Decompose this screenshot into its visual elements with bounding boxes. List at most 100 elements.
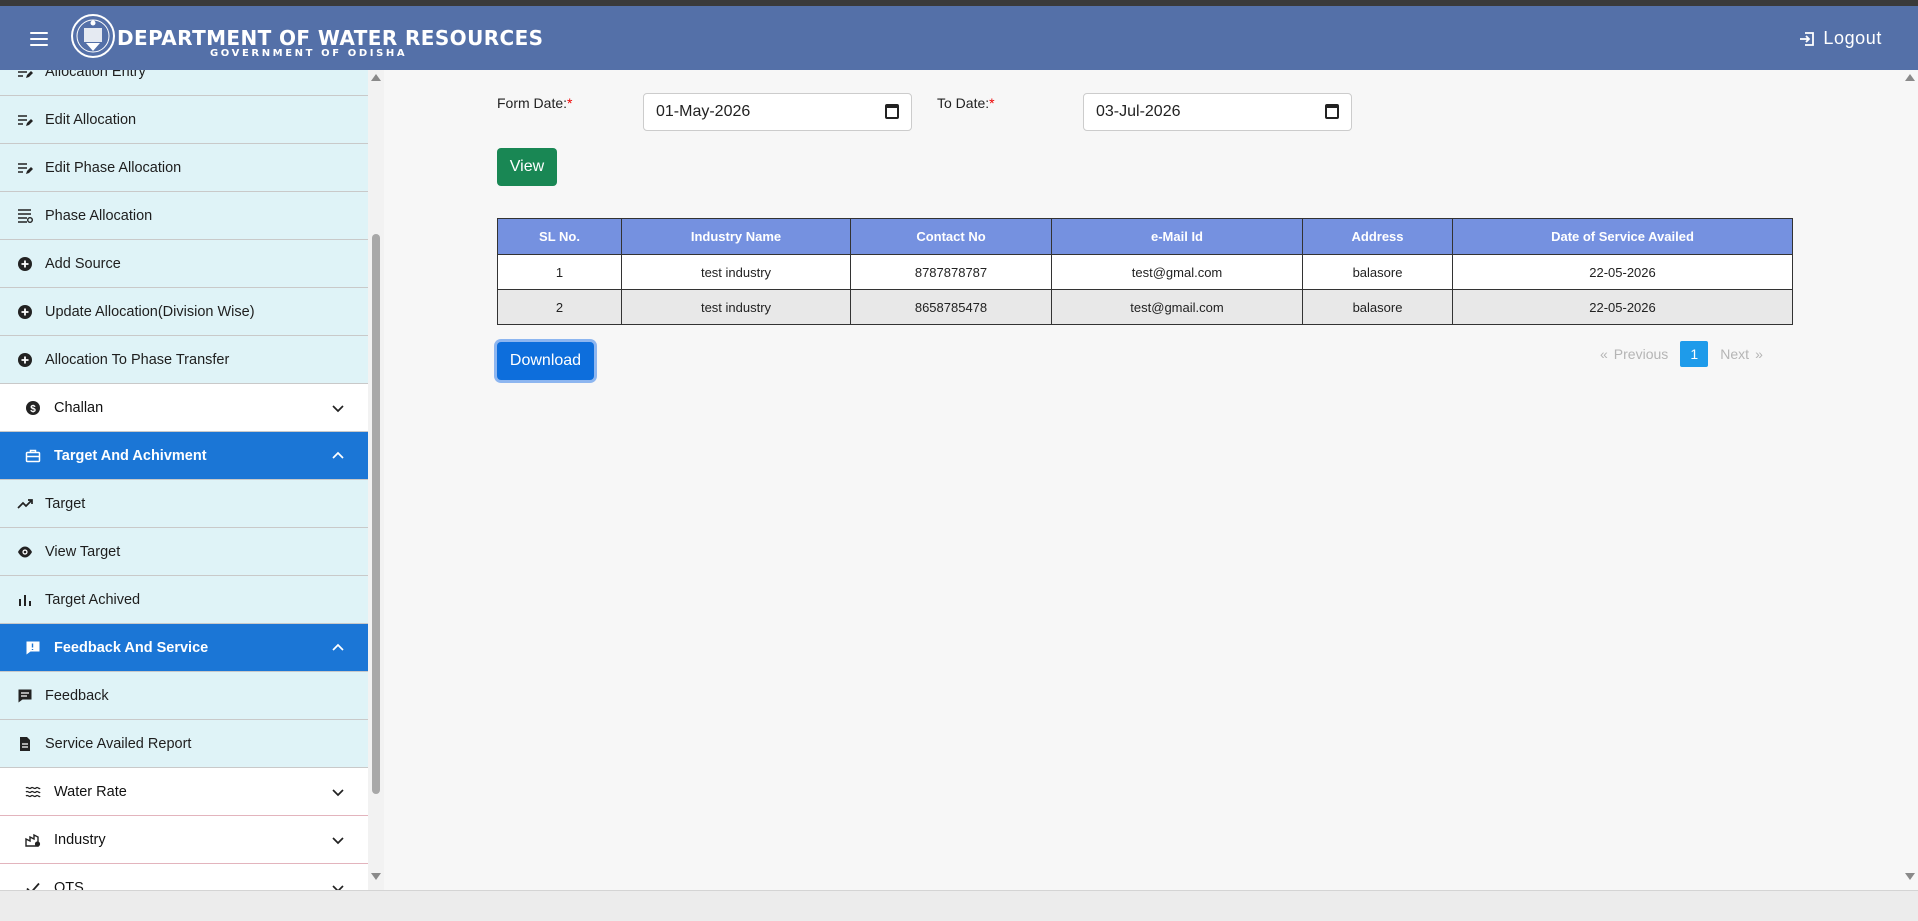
sidebar-item-phase-allocation[interactable]: Phase Allocation xyxy=(0,192,368,240)
sidebar-item-label: Allocation Entry xyxy=(45,70,146,80)
scroll-down-arrow-icon[interactable] xyxy=(1905,873,1915,880)
check-icon xyxy=(25,880,41,890)
app-header: DEPARTMENT OF WATER RESOURCES GOVERNMENT… xyxy=(0,6,1918,70)
feedback-icon xyxy=(25,640,41,656)
cell-email-id: test@gmail.com xyxy=(1051,289,1303,325)
sidebar-scrollbar[interactable] xyxy=(368,70,384,890)
cell-date-availed: 22-05-2026 xyxy=(1452,289,1793,325)
col-address: Address xyxy=(1302,218,1453,255)
sidebar-item-label: Feedback xyxy=(45,687,109,704)
cell-address: balasore xyxy=(1302,289,1453,325)
bar-chart-icon xyxy=(17,592,33,608)
sidebar-item-label: Allocation To Phase Transfer xyxy=(45,351,230,368)
sidebar-item-ots[interactable]: OTS xyxy=(0,864,368,890)
sidebar-item-allocation-to-phase-transfer[interactable]: Allocation To Phase Transfer xyxy=(0,336,368,384)
sidebar-item-edit-phase-allocation[interactable]: Edit Phase Allocation xyxy=(0,144,368,192)
sidebar-item-feedback[interactable]: Feedback xyxy=(0,672,368,720)
sidebar-item-service-availed-report[interactable]: Service Availed Report xyxy=(0,720,368,768)
hamburger-menu-icon[interactable] xyxy=(30,32,48,46)
sidebar-item-label: Target xyxy=(45,495,86,512)
sidebar-item-view-target[interactable]: View Target xyxy=(0,528,368,576)
next-label: Next xyxy=(1720,346,1750,362)
sidebar-item-update-allocation-division-wise[interactable]: Update Allocation(Division Wise) xyxy=(0,288,368,336)
sidebar-item-label: Phase Allocation xyxy=(45,207,153,224)
sidebar-item-label: Industry xyxy=(54,831,106,848)
sidebar-item-allocation-entry[interactable]: Allocation Entry xyxy=(0,70,368,96)
sidebar-item-label: OTS xyxy=(54,879,84,891)
chevron-up-icon[interactable] xyxy=(330,448,346,464)
chevron-down-icon[interactable] xyxy=(330,400,346,416)
sidebar-item-challan[interactable]: $ Challan xyxy=(0,384,368,432)
sidebar-item-label: Add Source xyxy=(45,255,121,272)
from-date-input[interactable]: 01-May-2026 xyxy=(643,93,912,131)
to-date-label: To Date:* xyxy=(937,95,995,111)
chevron-down-icon[interactable] xyxy=(330,832,346,848)
next-arrow-icon: » xyxy=(1755,346,1763,362)
sidebar-item-target[interactable]: Target xyxy=(0,480,368,528)
sidebar-item-target-achived[interactable]: Target Achived xyxy=(0,576,368,624)
prev-arrow-icon: « xyxy=(1600,346,1608,362)
logout-icon xyxy=(1800,31,1815,46)
cell-address: balasore xyxy=(1302,254,1453,290)
chevron-up-icon[interactable] xyxy=(330,640,346,656)
required-asterisk: * xyxy=(567,95,573,111)
table-row: 2 test industry 8658785478 test@gmail.co… xyxy=(497,289,1793,325)
cell-sl-no: 2 xyxy=(497,289,622,325)
edit-list-icon xyxy=(17,70,33,80)
sidebar-item-label: Target Achived xyxy=(45,591,141,608)
sidebar-nav: Allocation Entry Edit Allocation Edit Phas… xyxy=(0,70,368,890)
scroll-thumb[interactable] xyxy=(372,234,380,794)
chevron-down-icon[interactable] xyxy=(330,880,346,890)
edit-list-icon xyxy=(17,112,33,128)
sidebar-item-water-rate[interactable]: Water Rate xyxy=(0,768,368,816)
sidebar-item-label: Edit Phase Allocation xyxy=(45,159,182,176)
add-circle-icon xyxy=(17,352,33,368)
odisha-emblem-icon xyxy=(71,14,115,58)
sidebar-item-industry[interactable]: Industry xyxy=(0,816,368,864)
table-header-row: SL No. Industry Name Contact No e-Mail I… xyxy=(497,218,1793,255)
pagination-page-current[interactable]: 1 xyxy=(1680,341,1709,367)
department-subtitle: GOVERNMENT OF ODISHA xyxy=(210,48,408,59)
pagination-next[interactable]: Next » xyxy=(1720,346,1763,362)
from-date-value: 01-May-2026 xyxy=(656,103,751,120)
scroll-up-arrow-icon[interactable] xyxy=(371,74,381,81)
sidebar-item-label: View Target xyxy=(45,543,121,560)
comment-icon xyxy=(17,688,33,704)
calendar-icon[interactable] xyxy=(885,104,899,119)
briefcase-icon xyxy=(25,448,41,464)
col-email-id: e-Mail Id xyxy=(1051,218,1303,255)
list-settings-icon xyxy=(17,208,33,224)
sidebar-item-label: Water Rate xyxy=(54,783,127,800)
dollar-circle-icon: $ xyxy=(25,400,41,416)
sidebar-item-feedback-and-service[interactable]: Feedback And Service xyxy=(0,624,368,672)
add-circle-icon xyxy=(17,256,33,272)
svg-text:$: $ xyxy=(30,404,36,415)
waves-icon xyxy=(25,784,41,800)
required-asterisk: * xyxy=(989,95,995,111)
pagination: « Previous 1 Next » xyxy=(1600,341,1763,367)
col-contact-no: Contact No xyxy=(850,218,1052,255)
sidebar-item-add-source[interactable]: Add Source xyxy=(0,240,368,288)
pagination-previous[interactable]: « Previous xyxy=(1600,346,1668,362)
sidebar-item-target-and-achivment[interactable]: Target And Achivment xyxy=(0,432,368,480)
service-availed-table: SL No. Industry Name Contact No e-Mail I… xyxy=(497,218,1793,325)
scroll-up-arrow-icon[interactable] xyxy=(1905,74,1915,81)
sidebar-item-label: Challan xyxy=(54,399,104,416)
industry-icon xyxy=(25,832,41,848)
logout-label: Logout xyxy=(1823,28,1882,48)
col-date-availed: Date of Service Availed xyxy=(1452,218,1793,255)
scroll-down-arrow-icon[interactable] xyxy=(371,873,381,880)
sidebar-menu-list: Allocation Entry Edit Allocation Edit Phas… xyxy=(0,70,368,890)
view-button[interactable]: View xyxy=(497,148,557,186)
eye-icon xyxy=(17,544,33,560)
download-button[interactable]: Download xyxy=(497,342,594,380)
cell-sl-no: 1 xyxy=(497,254,622,290)
chevron-down-icon[interactable] xyxy=(330,784,346,800)
cell-email-id: test@gmal.com xyxy=(1051,254,1303,290)
cell-industry-name: test industry xyxy=(621,289,851,325)
main-scrollbar[interactable] xyxy=(1902,70,1918,890)
to-date-input[interactable]: 03-Jul-2026 xyxy=(1083,93,1352,131)
sidebar-item-edit-allocation[interactable]: Edit Allocation xyxy=(0,96,368,144)
calendar-icon[interactable] xyxy=(1325,104,1339,119)
logout-button[interactable]: Logout xyxy=(1799,28,1882,49)
